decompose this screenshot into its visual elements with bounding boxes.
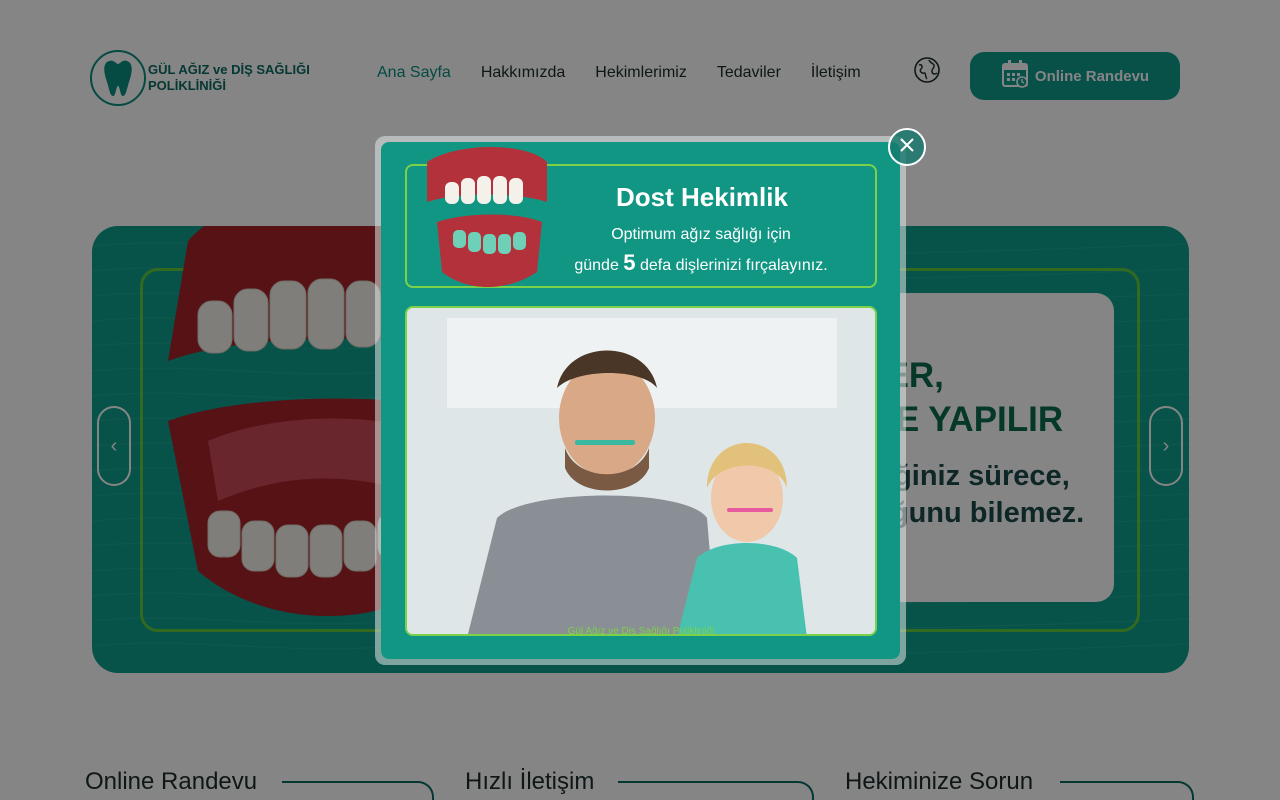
popup-number: 5 [623, 250, 636, 275]
close-icon [898, 136, 916, 159]
brushing-family-photo [405, 306, 877, 636]
popup-title: Dost Hekimlik [616, 182, 788, 212]
popup-content: Dost Hekimlik Optimum ağız sağlığı için … [381, 142, 900, 659]
popup-modal: Dost Hekimlik Optimum ağız sağlığı için … [375, 136, 906, 665]
popup-text-line-1: Optimum ağız sağlığı için [611, 226, 791, 243]
popup-close-button[interactable] [888, 128, 926, 166]
popup-text-before: günde [574, 257, 619, 274]
popup-caption: Gül Ağız ve Diş Sağlığı Polikliniği [567, 626, 715, 637]
popup-text-line-2: günde 5 defa dişlerinizi fırçalayınız. [531, 250, 871, 276]
popup-text-after: defa dişlerinizi fırçalayınız. [640, 257, 828, 274]
